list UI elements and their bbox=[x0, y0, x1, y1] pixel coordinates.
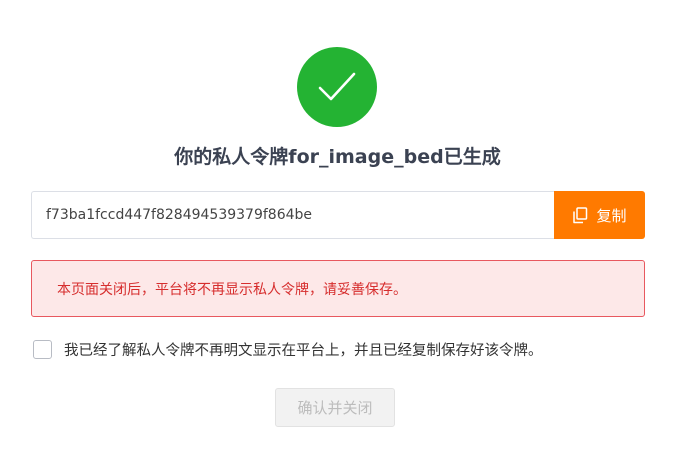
warning-alert: 本页面关闭后，平台将不再显示私人令牌，请妥善保存。 bbox=[31, 260, 645, 317]
checkmark-icon bbox=[318, 72, 356, 101]
confirm-close-label: 确认并关闭 bbox=[297, 399, 373, 417]
acknowledge-row[interactable]: 我已经了解私人令牌不再明文显示在平台上，并且已经复制保存好该令牌。 bbox=[33, 339, 543, 360]
warning-text: 本页面关闭后，平台将不再显示私人令牌，请妥善保存。 bbox=[57, 281, 407, 298]
token-created-dialog: 你的私人令牌for_image_bed已生成 复制 本页面关闭后，平台将不再显示… bbox=[0, 0, 675, 457]
success-badge bbox=[297, 47, 377, 127]
copy-button[interactable]: 复制 bbox=[554, 191, 645, 239]
copy-button-label: 复制 bbox=[596, 206, 627, 225]
confirm-close-button[interactable]: 确认并关闭 bbox=[275, 388, 395, 427]
acknowledge-label[interactable]: 我已经了解私人令牌不再明文显示在平台上，并且已经复制保存好该令牌。 bbox=[64, 339, 543, 360]
token-row: 复制 bbox=[31, 191, 645, 239]
copy-icon bbox=[573, 206, 588, 223]
token-field[interactable] bbox=[31, 191, 554, 239]
page-title: 你的私人令牌for_image_bed已生成 bbox=[174, 146, 501, 168]
acknowledge-checkbox[interactable] bbox=[33, 340, 52, 359]
